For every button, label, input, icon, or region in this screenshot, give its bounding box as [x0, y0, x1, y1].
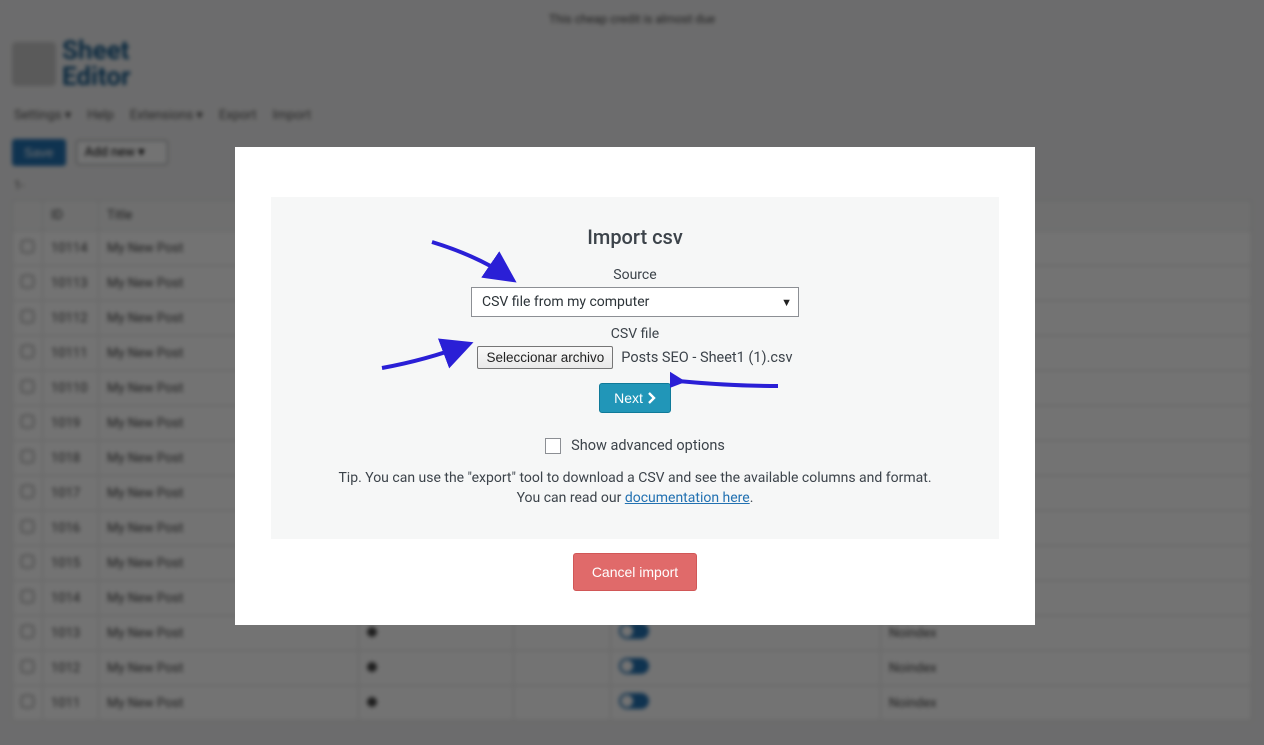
csv-file-label: CSV file	[311, 326, 959, 342]
chevron-down-icon: ▼	[781, 296, 792, 309]
next-button[interactable]: Next	[599, 383, 671, 413]
cancel-import-button[interactable]: Cancel import	[573, 553, 697, 591]
import-csv-modal: Import csv Source CSV file from my compu…	[235, 147, 1035, 625]
modal-form: Import csv Source CSV file from my compu…	[271, 197, 999, 539]
source-label: Source	[311, 267, 959, 283]
source-select-value: CSV file from my computer	[482, 294, 649, 310]
documentation-link[interactable]: documentation here	[625, 490, 750, 506]
chevron-right-icon	[647, 392, 656, 404]
advanced-options-checkbox[interactable]	[545, 438, 561, 454]
choose-file-button[interactable]: Seleccionar archivo	[477, 346, 613, 369]
advanced-options-label: Show advanced options	[571, 437, 725, 454]
source-select[interactable]: CSV file from my computer ▼	[471, 287, 799, 317]
modal-title: Import csv	[311, 225, 959, 249]
selected-file-name: Posts SEO - Sheet1 (1).csv	[621, 349, 792, 366]
advanced-options-row: Show advanced options	[311, 437, 959, 454]
file-input-row: Seleccionar archivo Posts SEO - Sheet1 (…	[311, 346, 959, 369]
next-button-label: Next	[614, 390, 643, 406]
tip-text: Tip. You can use the "export" tool to do…	[311, 468, 959, 509]
